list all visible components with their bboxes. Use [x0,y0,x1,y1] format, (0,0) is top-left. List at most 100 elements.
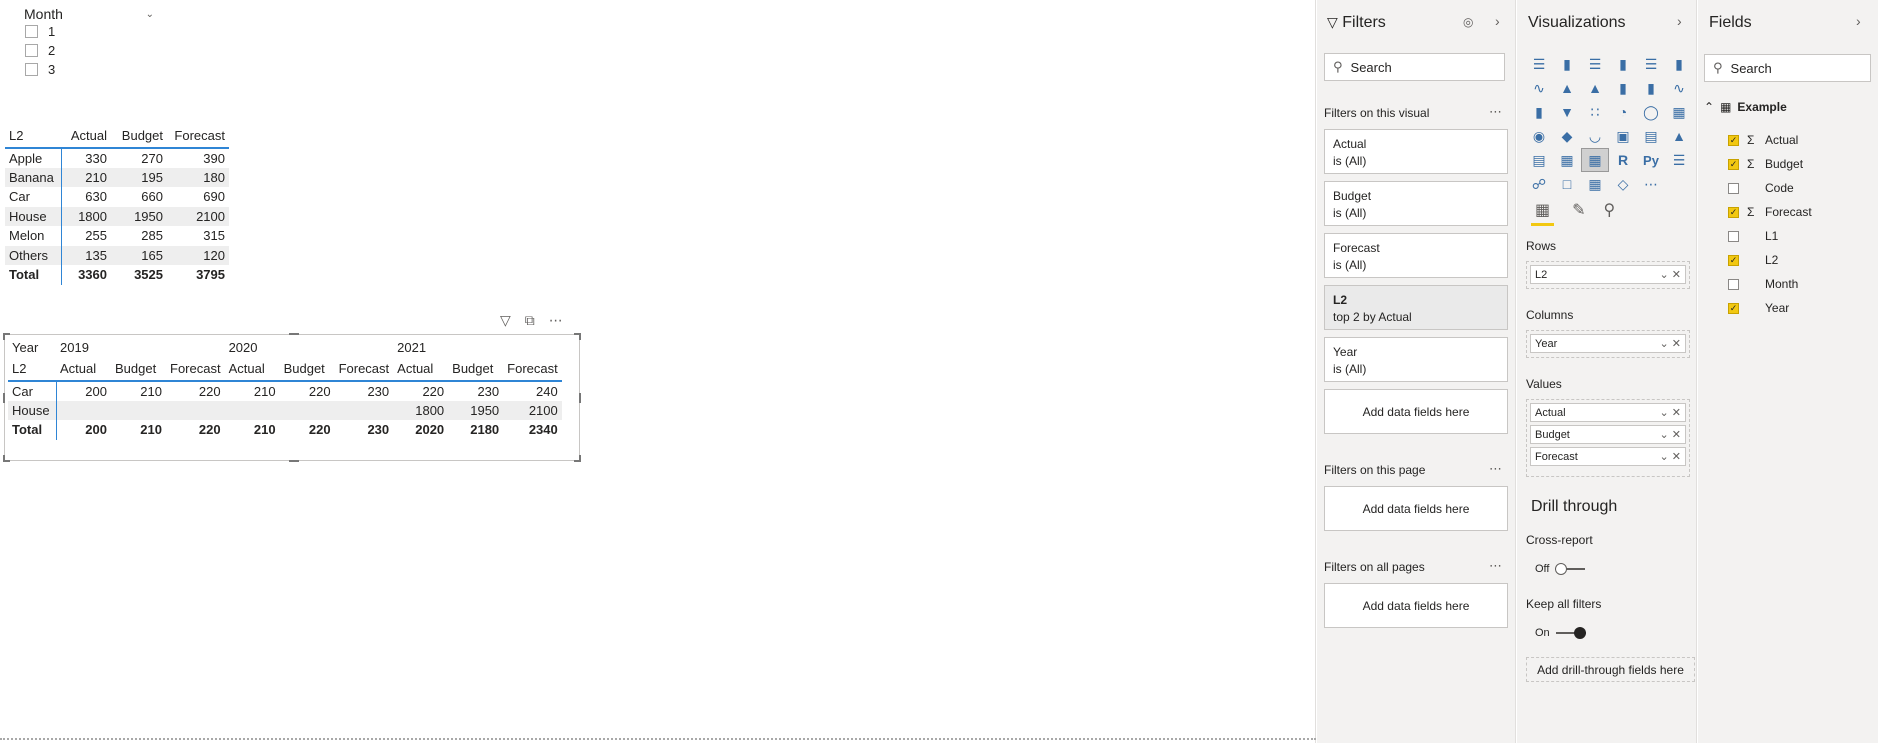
rows-well[interactable]: L2 ⌄ ✕ [1526,261,1690,289]
column-header[interactable]: Year [8,338,56,357]
filter-card-year[interactable]: Year is (All) [1324,337,1508,382]
more-options-icon[interactable]: ⋯ [1489,461,1502,477]
field-item-budget[interactable]: ✓ Σ Budget [1728,154,1803,174]
table-row[interactable]: House 1800 1950 2100 [5,206,229,226]
resize-handle[interactable] [579,393,581,403]
collapse-chevron-icon[interactable]: › [1677,13,1682,29]
slicer-icon[interactable]: ▤ [1525,148,1553,172]
checkbox[interactable] [1728,230,1739,242]
chevron-down-icon[interactable]: ⌄ ✕ [1660,268,1682,281]
year-header[interactable]: 2019 [56,338,225,357]
map-icon[interactable]: ◉ [1525,124,1553,148]
toggle-track[interactable] [1555,563,1586,575]
kpi-icon[interactable]: ▲ [1665,124,1693,148]
stacked-bar-icon[interactable]: ☰ [1525,52,1553,76]
checkbox-checked[interactable]: ✓ [1728,302,1739,314]
stacked-column-icon[interactable]: ▮ [1553,52,1581,76]
chevron-down-icon[interactable]: ⌄ [146,9,154,20]
checkbox[interactable] [1728,278,1739,290]
filter-card-l2[interactable]: L2 top 2 by Actual [1324,285,1508,330]
well-field-forecast[interactable]: Forecast ⌄ ✕ [1530,447,1686,466]
measure-header[interactable]: Forecast [334,357,394,382]
matrix-icon[interactable]: ▦ [1581,148,1609,172]
values-well[interactable]: Actual ⌄ ✕ Budget ⌄ ✕ Forecast ⌄ ✕ [1526,399,1690,477]
checkbox[interactable] [25,63,38,76]
more-visuals-icon[interactable]: ⋯ [1637,172,1665,196]
ribbon-chart-icon[interactable]: ∿ [1665,76,1693,100]
card-icon[interactable]: ▣ [1609,124,1637,148]
slicer-option[interactable]: 3 [25,60,154,79]
total-row[interactable]: Total 3360 3525 3795 [5,265,229,285]
matrix-visual-2[interactable]: Year 2019 2020 2021 L2 Actual Budget For… [8,338,562,440]
resize-handle[interactable] [3,333,5,340]
clustered-bar-icon[interactable]: ☰ [1581,52,1609,76]
python-visual-icon[interactable]: Py [1637,148,1665,172]
chevron-up-icon[interactable]: ⌃ [1704,100,1714,114]
format-tab-icon[interactable]: ✎ [1572,200,1585,226]
collapse-chevron-icon[interactable]: › [1495,13,1500,29]
resize-handle[interactable] [3,455,5,462]
add-visual-filter-dropzone[interactable]: Add data fields here [1324,389,1508,434]
funnel-icon[interactable]: ▼ [1553,100,1581,124]
measure-header[interactable]: Budget [279,357,335,382]
decomposition-tree-icon[interactable]: ☍ [1525,172,1553,196]
power-apps-icon[interactable]: ◇ [1609,172,1637,196]
analytics-tab-icon[interactable]: ⚲ [1604,200,1616,226]
table-row[interactable]: Banana 210 195 180 [5,167,229,187]
drill-through-dropzone[interactable]: Add drill-through fields here [1526,657,1695,682]
well-field-actual[interactable]: Actual ⌄ ✕ [1530,403,1686,422]
area-chart-icon[interactable]: ▲ [1553,76,1581,100]
measure-header[interactable]: Forecast [166,357,225,382]
total-row[interactable]: Total 200 210 220 210 220 230 2020 2180 … [8,420,562,440]
year-header[interactable]: 2020 [225,338,394,357]
checkbox-checked[interactable]: ✓ [1728,254,1739,266]
measure-header[interactable]: Budget [111,357,166,382]
filter-card-budget[interactable]: Budget is (All) [1324,181,1508,226]
line-chart-icon[interactable]: ∿ [1525,76,1553,100]
more-options-icon[interactable]: ⋯ [1489,104,1502,120]
checkbox-checked[interactable]: ✓ [1728,206,1739,218]
filters-search-input[interactable]: ⚲ Search [1324,53,1505,81]
waterfall-icon[interactable]: ▮ [1525,100,1553,124]
field-item-l2[interactable]: ✓ L2 [1728,250,1778,270]
column-header[interactable]: L2 [8,357,56,382]
smart-narrative-icon[interactable]: ▦ [1581,172,1609,196]
checkbox[interactable] [1728,182,1739,194]
column-header[interactable]: L2 [5,124,61,149]
resize-handle[interactable] [289,460,299,462]
checkbox-checked[interactable]: ✓ [1728,134,1739,146]
filter-card-forecast[interactable]: Forecast is (All) [1324,233,1508,278]
line-column-icon[interactable]: ▮ [1609,76,1637,100]
checkbox[interactable] [25,25,38,38]
qa-icon[interactable]: □ [1553,172,1581,196]
key-influencers-icon[interactable]: ☰ [1665,148,1693,172]
field-item-actual[interactable]: ✓ Σ Actual [1728,130,1798,150]
well-field-year[interactable]: Year ⌄ ✕ [1530,334,1686,353]
measure-header[interactable]: Actual [224,357,280,382]
field-table-example[interactable]: ⌃ ▦ Example [1704,100,1787,114]
table-row[interactable]: Others 135 165 120 [5,245,229,265]
chevron-down-icon[interactable]: ⌄ ✕ [1660,406,1682,419]
column-header[interactable]: Actual [61,124,111,149]
clustered-column-icon[interactable]: ▮ [1609,52,1637,76]
more-options-icon[interactable]: ⋯ [1489,558,1502,574]
resize-handle[interactable] [579,333,581,340]
field-item-month[interactable]: Month [1728,274,1798,294]
add-report-filter-dropzone[interactable]: Add data fields here [1324,583,1508,628]
resize-handle[interactable] [579,455,581,462]
month-slicer[interactable]: Month ⌄ 1 2 3 [24,6,154,79]
year-header[interactable]: 2021 [393,338,562,357]
slicer-header[interactable]: Month ⌄ [24,6,154,22]
table-row[interactable]: Car 630 660 690 [5,187,229,207]
fields-search-input[interactable]: ⚲ Search [1704,54,1871,82]
measure-header[interactable]: Actual [56,357,111,382]
chevron-down-icon[interactable]: ⌄ ✕ [1660,337,1682,350]
field-item-l1[interactable]: L1 [1728,226,1778,246]
table-row[interactable]: Car 200 210 220 210 220 230 220 230 240 [8,381,562,401]
measure-header[interactable]: Forecast [503,357,562,382]
chevron-down-icon[interactable]: ⌄ ✕ [1660,428,1682,441]
eye-icon[interactable]: ◎ [1463,15,1473,29]
r-visual-icon[interactable]: R [1609,148,1637,172]
stacked-area-icon[interactable]: ▲ [1581,76,1609,100]
column-header[interactable]: Forecast [167,124,229,149]
